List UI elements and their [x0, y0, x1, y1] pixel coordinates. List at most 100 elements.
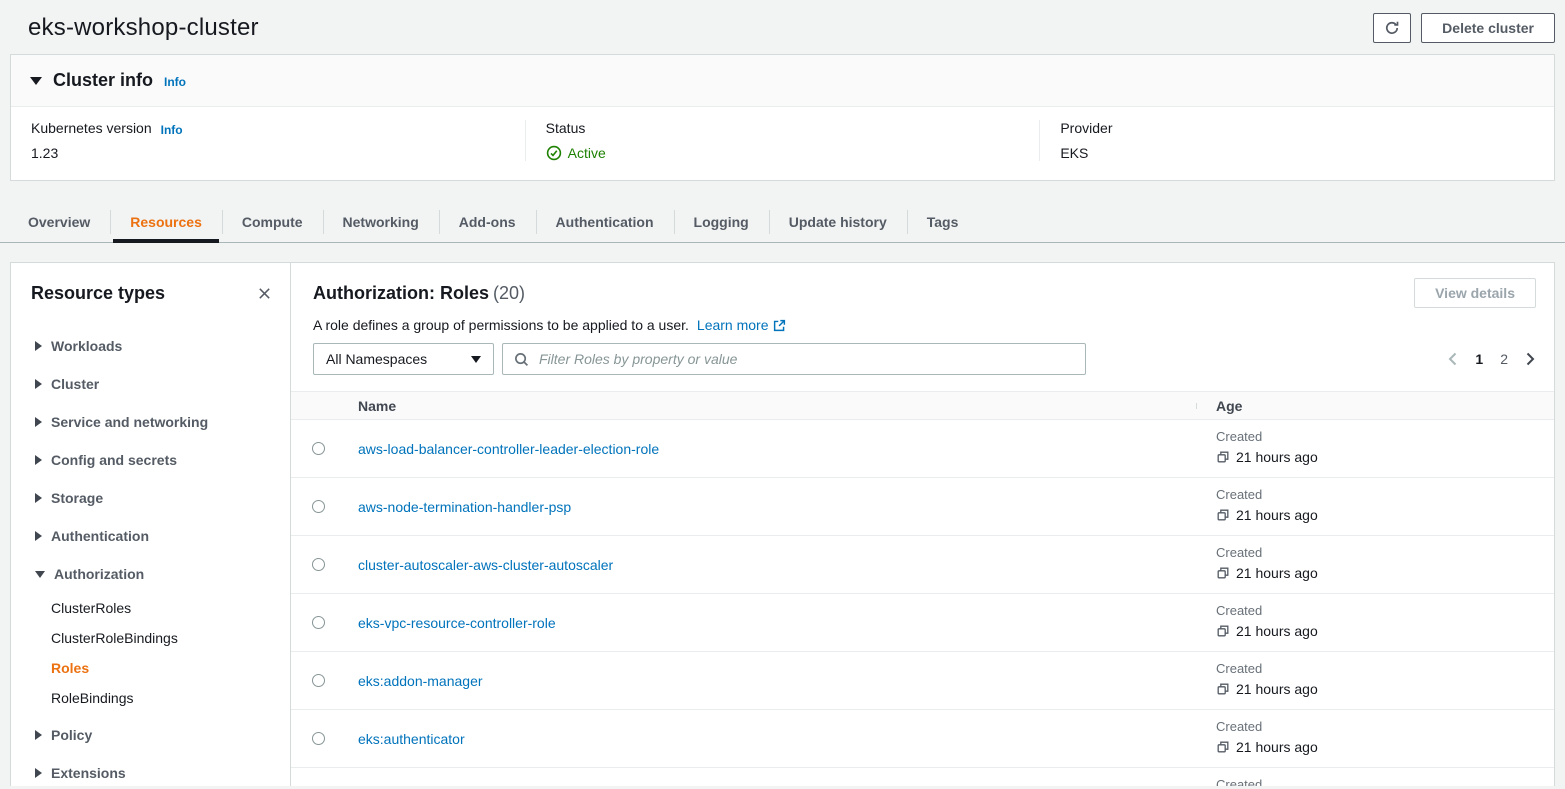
- table-row: eks:authenticator Created 21 hours ago: [291, 710, 1554, 768]
- table-row: eks:addon-manager Created21 hours ago: [291, 652, 1554, 710]
- sidebar-item-clusterrolebindings[interactable]: ClusterRoleBindings: [51, 623, 290, 653]
- kubernetes-version-field: Kubernetes version Info 1.23: [11, 120, 525, 161]
- tab-update-history[interactable]: Update history: [769, 201, 907, 242]
- tab-compute[interactable]: Compute: [222, 201, 323, 242]
- radio-button[interactable]: [312, 500, 325, 513]
- tab-overview[interactable]: Overview: [8, 201, 110, 242]
- created-label: Created: [1216, 603, 1554, 618]
- page-number-2[interactable]: 2: [1500, 351, 1508, 367]
- name-cell: aws-node-termination-handler-psp: [346, 478, 1196, 535]
- sidebar-item-service-and-networking[interactable]: Service and networking: [35, 403, 290, 441]
- copy-icon[interactable]: [1216, 682, 1230, 696]
- previous-page-icon[interactable]: [1447, 352, 1458, 366]
- chevron-right-icon: [35, 341, 42, 351]
- role-link[interactable]: eks-vpc-resource-controller-role: [358, 615, 556, 631]
- sidebar-item-workloads[interactable]: Workloads: [35, 327, 290, 365]
- radio-button[interactable]: [312, 732, 325, 745]
- tab-networking[interactable]: Networking: [323, 201, 439, 242]
- role-link[interactable]: eks:authenticator: [358, 731, 465, 747]
- sidebar-item-extensions[interactable]: Extensions: [35, 754, 290, 786]
- cluster-info-body: Kubernetes version Info 1.23 Status Acti…: [11, 107, 1554, 180]
- age-cell: Created21 hours ago: [1196, 652, 1554, 709]
- refresh-button[interactable]: [1373, 13, 1411, 43]
- sidebar-close-button[interactable]: [253, 282, 276, 305]
- radio-button[interactable]: [312, 616, 325, 629]
- age-cell: Created21 hours ago: [1196, 594, 1554, 651]
- section-count: (20): [493, 283, 525, 303]
- copy-icon[interactable]: [1216, 566, 1230, 580]
- sidebar-item-authentication[interactable]: Authentication: [35, 517, 290, 555]
- namespace-selected-value: All Namespaces: [326, 351, 427, 367]
- sidebar-item-config-and-secrets[interactable]: Config and secrets: [35, 441, 290, 479]
- tab-logging[interactable]: Logging: [674, 201, 769, 242]
- sidebar-item-clusterroles[interactable]: ClusterRoles: [51, 593, 290, 623]
- radio-button[interactable]: [312, 442, 325, 455]
- sidebar-item-roles[interactable]: Roles: [51, 653, 290, 683]
- delete-cluster-button[interactable]: Delete cluster: [1421, 13, 1555, 43]
- page-title: eks-workshop-cluster: [28, 14, 259, 42]
- created-label: Created: [1216, 487, 1554, 502]
- external-link-icon: [773, 319, 786, 332]
- sidebar-item-label: Extensions: [51, 765, 126, 781]
- tab-resources[interactable]: Resources: [110, 201, 222, 242]
- age-column-header: Age: [1196, 398, 1554, 414]
- status-badge: Active: [546, 145, 1020, 161]
- filter-row: All Namespaces 1 2: [313, 343, 1536, 375]
- cluster-info-header[interactable]: Cluster info Info: [11, 55, 1554, 107]
- sidebar-item-label: Storage: [51, 490, 103, 506]
- view-details-button[interactable]: View details: [1414, 278, 1536, 308]
- role-link[interactable]: eks:addon-manager: [358, 673, 483, 689]
- search-input[interactable]: [537, 350, 1074, 368]
- sidebar-item-storage[interactable]: Storage: [35, 479, 290, 517]
- created-label: Created: [1216, 777, 1554, 786]
- status-check-icon: [546, 145, 562, 161]
- created-label: Created: [1216, 719, 1554, 734]
- age-cell: Created21 hours ago: [1196, 536, 1554, 593]
- sidebar-item-rolebindings[interactable]: RoleBindings: [51, 683, 290, 713]
- radio-cell: [291, 420, 346, 477]
- radio-button[interactable]: [312, 674, 325, 687]
- sidebar-item-label: Authorization: [54, 566, 144, 582]
- section-description: A role defines a group of permissions to…: [313, 317, 689, 333]
- sidebar-item-policy[interactable]: Policy: [35, 716, 290, 754]
- age-value: 21 hours ago: [1216, 681, 1554, 697]
- radio-button[interactable]: [312, 558, 325, 571]
- status-text: Active: [568, 145, 606, 161]
- tab-tags[interactable]: Tags: [907, 201, 979, 242]
- tab-authentication[interactable]: Authentication: [536, 201, 674, 242]
- table-row: eks-vpc-resource-controller-role Created2…: [291, 594, 1554, 652]
- main-header: Authorization: Roles(20) View details: [313, 278, 1536, 308]
- age-value: 21 hours ago: [1216, 739, 1554, 755]
- cluster-info-title: Cluster info: [53, 70, 153, 91]
- roles-table: Name Age aws-load-balancer-controller-le…: [291, 391, 1554, 786]
- section-title: Authorization: Roles(20): [313, 283, 525, 304]
- table-body: aws-load-balancer-controller-leader-elec…: [291, 420, 1554, 786]
- sidebar-item-cluster[interactable]: Cluster: [35, 365, 290, 403]
- next-page-icon[interactable]: [1525, 352, 1536, 366]
- kubernetes-version-info-link[interactable]: Info: [161, 123, 183, 137]
- section-description-row: A role defines a group of permissions to…: [313, 317, 1536, 333]
- role-link[interactable]: aws-node-termination-handler-psp: [358, 499, 571, 515]
- content-panel: Resource types WorkloadsClusterService a…: [10, 262, 1555, 786]
- age-text: 21 hours ago: [1236, 449, 1318, 465]
- provider-label: Provider: [1060, 120, 1534, 136]
- sidebar-item-authorization[interactable]: Authorization: [35, 555, 290, 593]
- learn-more-text: Learn more: [697, 317, 769, 333]
- page-number-1[interactable]: 1: [1475, 351, 1483, 367]
- header-actions: Delete cluster: [1373, 13, 1555, 43]
- namespace-select[interactable]: All Namespaces: [313, 343, 494, 375]
- name-cell: eks:authenticator: [346, 710, 1196, 767]
- sidebar-header: Resource types: [11, 282, 290, 305]
- copy-icon[interactable]: [1216, 624, 1230, 638]
- cluster-info-info-link[interactable]: Info: [164, 75, 186, 89]
- tab-add-ons[interactable]: Add-ons: [439, 201, 536, 242]
- role-link[interactable]: aws-load-balancer-controller-leader-elec…: [358, 441, 659, 457]
- copy-icon[interactable]: [1216, 740, 1230, 754]
- copy-icon[interactable]: [1216, 450, 1230, 464]
- radio-cell: [291, 768, 346, 786]
- learn-more-link[interactable]: Learn more: [697, 317, 786, 333]
- age-value: 21 hours ago: [1216, 449, 1554, 465]
- chevron-right-icon: [35, 379, 42, 389]
- copy-icon[interactable]: [1216, 508, 1230, 522]
- role-link[interactable]: cluster-autoscaler-aws-cluster-autoscale…: [358, 557, 613, 573]
